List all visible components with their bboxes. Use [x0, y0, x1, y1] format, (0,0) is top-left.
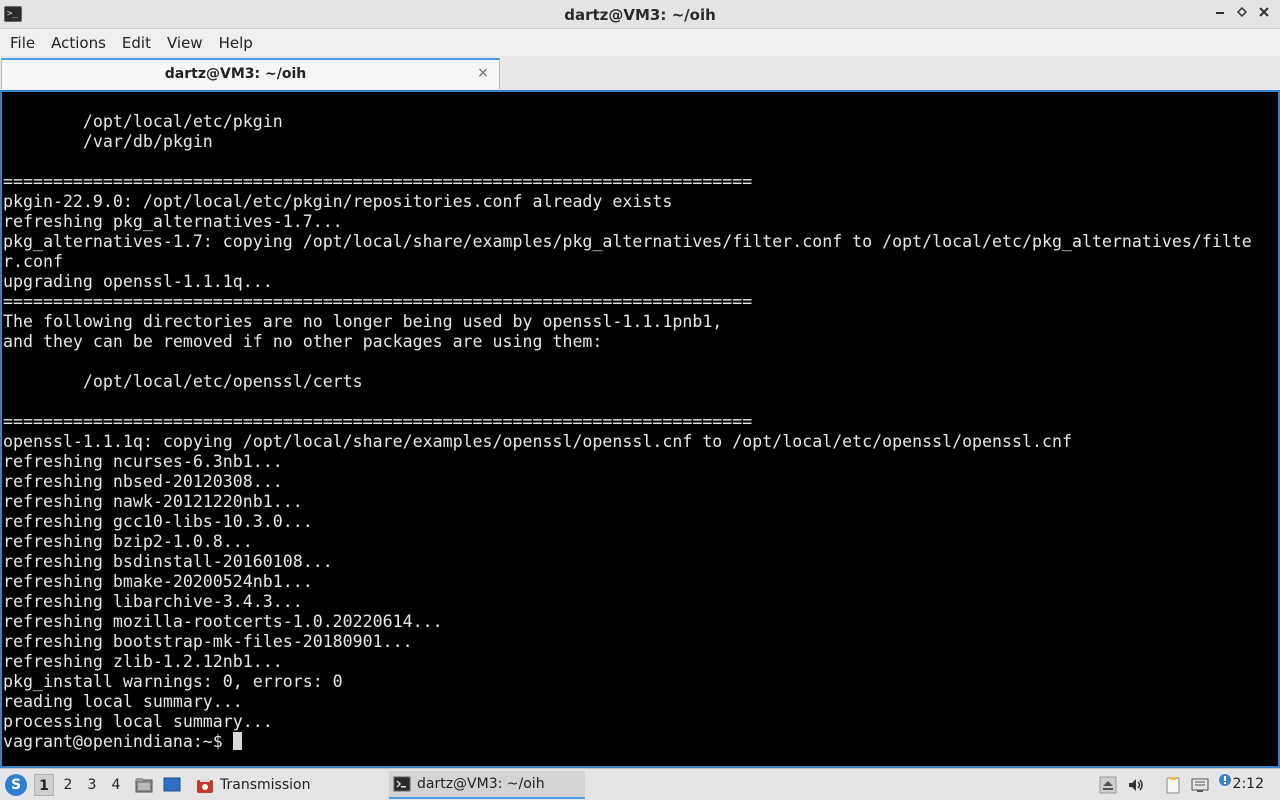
terminal-line: refreshing bootstrap-mk-files-20180901..… [3, 632, 413, 651]
terminal-line: processing local summary... [3, 712, 273, 731]
terminal-line: /opt/local/etc/pkgin [3, 112, 283, 131]
taskbar: S 1 2 3 4 Transmission dartz@VM3: ~/oih … [0, 768, 1280, 800]
close-icon[interactable] [1256, 5, 1272, 23]
menubar: File Actions Edit View Help [0, 29, 1280, 56]
terminal-line: upgrading openssl-1.1.1q... [3, 272, 273, 291]
menu-actions[interactable]: Actions [45, 34, 112, 52]
window-titlebar: >_ dartz@VM3: ~/oih [0, 0, 1280, 29]
terminal-line: refreshing nbsed-20120308... [3, 472, 283, 491]
tab-label: dartz@VM3: ~/oih [164, 66, 307, 82]
terminal-output: /opt/local/etc/pkgin /var/db/pkgin ======… [3, 112, 1276, 752]
eject-icon[interactable] [1099, 776, 1117, 794]
terminal-line: openssl-1.1.1q: copying /opt/local/share… [3, 432, 1072, 451]
terminal-line: r.conf [3, 252, 63, 271]
volume-icon[interactable] [1127, 776, 1145, 794]
terminal-line: refreshing bsdinstall-20160108... [3, 552, 333, 571]
restore-icon[interactable] [1234, 5, 1250, 23]
terminal-line: ========================================… [3, 172, 753, 191]
terminal-line: refreshing pkg_alternatives-1.7... [3, 212, 343, 231]
terminal-view[interactable]: /opt/local/etc/pkgin /var/db/pkgin ======… [0, 90, 1280, 768]
workspace-3[interactable]: 3 [82, 774, 102, 796]
task-terminal[interactable]: dartz@VM3: ~/oih [389, 771, 585, 799]
terminal-line: pkg_install warnings: 0, errors: 0 [3, 672, 343, 691]
menu-file[interactable]: File [4, 34, 41, 52]
window-title: dartz@VM3: ~/oih [564, 6, 716, 24]
workspace-4[interactable]: 4 [106, 774, 126, 796]
terminal-line: refreshing bzip2-1.0.8... [3, 532, 253, 551]
terminal-line: refreshing mozilla-rootcerts-1.0.2022061… [3, 612, 443, 631]
menu-edit[interactable]: Edit [116, 34, 157, 52]
terminal-line: reading local summary... [3, 692, 243, 711]
terminal-line: refreshing libarchive-3.4.3... [3, 592, 303, 611]
file-manager-icon[interactable] [135, 776, 153, 794]
tab-terminal[interactable]: dartz@VM3: ~/oih × [1, 58, 500, 89]
terminal-line: refreshing zlib-1.2.12nb1... [3, 652, 283, 671]
terminal-cursor [232, 732, 242, 750]
clipboard-icon[interactable] [1164, 776, 1182, 794]
taskbar-clock: 2:12 [1232, 776, 1264, 792]
terminal-line: ========================================… [3, 412, 753, 431]
terminal-line: refreshing nawk-20121220nb1... [3, 492, 303, 511]
terminal-line: refreshing gcc10-libs-10.3.0... [3, 512, 313, 531]
minimize-icon[interactable] [1212, 5, 1228, 23]
tab-close-icon[interactable]: × [475, 64, 491, 82]
terminal-line: refreshing ncurses-6.3nb1... [3, 452, 283, 471]
menu-help[interactable]: Help [213, 34, 259, 52]
terminal-line: The following directories are no longer … [3, 312, 723, 331]
terminal-line: pkgin-22.9.0: /opt/local/etc/pkgin/repos… [3, 192, 673, 211]
network-icon[interactable] [1191, 776, 1209, 794]
terminal-prompt: vagrant@openindiana:~$ [3, 732, 233, 751]
task-transmission[interactable]: Transmission [192, 771, 382, 799]
terminal-line: refreshing bmake-20200524nb1... [3, 572, 313, 591]
show-desktop-icon[interactable] [163, 776, 181, 794]
terminal-icon [393, 775, 411, 793]
terminal-line: /var/db/pkgin [3, 132, 213, 151]
task-terminal-label: dartz@VM3: ~/oih [417, 776, 545, 792]
transmission-icon [196, 776, 214, 794]
workspace-2[interactable]: 2 [58, 774, 78, 796]
task-transmission-label: Transmission [220, 777, 311, 793]
terminal-line: /opt/local/etc/openssl/certs [3, 372, 363, 391]
workspace-1[interactable]: 1 [34, 774, 54, 796]
terminal-prompt-line[interactable]: vagrant@openindiana:~$ [3, 732, 1276, 752]
terminal-line: and they can be removed if no other pack… [3, 332, 603, 351]
window-controls [1212, 5, 1272, 23]
terminal-line: pkg_alternatives-1.7: copying /opt/local… [3, 232, 1252, 251]
start-menu-icon[interactable]: S [5, 774, 27, 796]
terminal-line: ========================================… [3, 292, 753, 311]
tab-bar: dartz@VM3: ~/oih × [0, 56, 1280, 90]
menu-view[interactable]: View [161, 34, 209, 52]
